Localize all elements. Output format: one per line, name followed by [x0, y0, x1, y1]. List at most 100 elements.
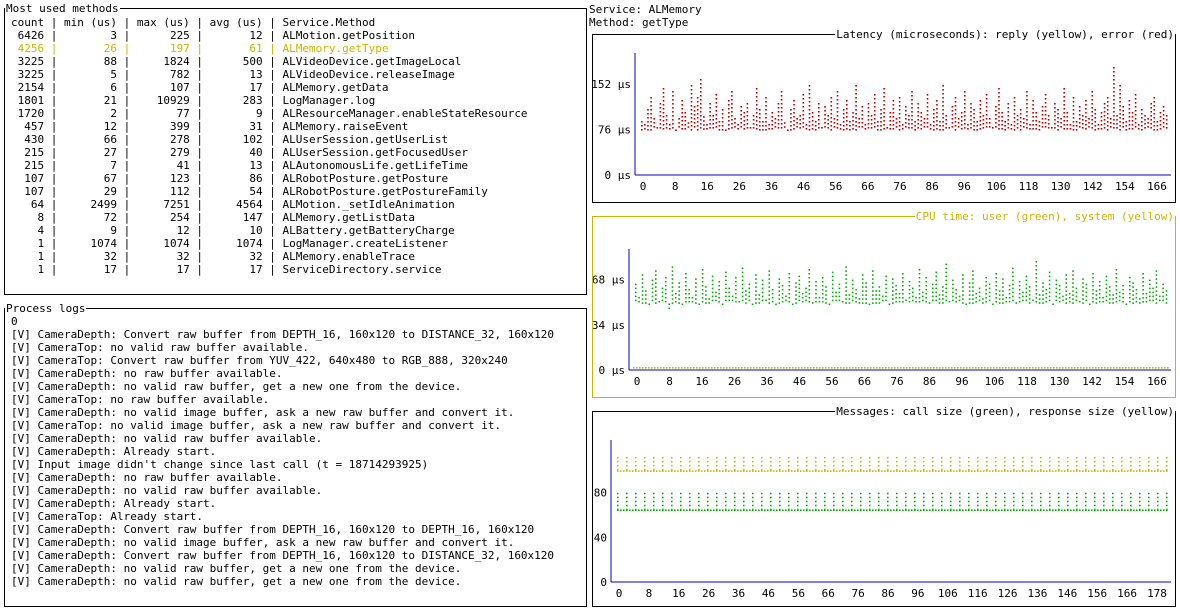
- data-point: [872, 274, 874, 276]
- data-point: [700, 79, 702, 81]
- data-point: [827, 119, 829, 121]
- data-point: [827, 509, 829, 511]
- data-point: [672, 107, 674, 109]
- data-point: [753, 367, 755, 369]
- data-point: [942, 109, 944, 111]
- data-point: [644, 470, 646, 472]
- data-point: [767, 509, 769, 511]
- data-point: [709, 115, 711, 117]
- data-point: [975, 300, 977, 303]
- data-point: [933, 109, 935, 111]
- data-point: [1166, 496, 1168, 499]
- data-point: [1025, 509, 1027, 511]
- data-point: [685, 281, 687, 283]
- data-point: [855, 113, 857, 115]
- data-point: [690, 101, 693, 103]
- data-point: [945, 295, 947, 298]
- data-point: [972, 282, 974, 284]
- data-point: [1115, 289, 1118, 291]
- data-point: [1132, 290, 1134, 292]
- data-point: [715, 299, 717, 302]
- series-green: [617, 492, 1168, 511]
- data-point: [710, 509, 712, 511]
- data-point: [798, 283, 801, 286]
- data-point: [938, 302, 941, 304]
- data-point: [1038, 125, 1041, 127]
- data-point: [1134, 126, 1137, 128]
- data-point: [1001, 124, 1003, 126]
- data-point: [892, 298, 894, 300]
- data-point: [1066, 128, 1069, 130]
- data-point: [901, 128, 904, 130]
- data-point: [648, 303, 650, 306]
- data-point: [880, 117, 882, 119]
- data-point: [908, 470, 910, 472]
- data-point: [852, 120, 854, 122]
- data-point: [1066, 120, 1069, 122]
- data-point: [1113, 75, 1115, 77]
- data-point: [855, 89, 857, 91]
- data-point: [1049, 496, 1051, 499]
- data-point: [898, 113, 901, 115]
- data-point: [1118, 509, 1120, 511]
- data-point: [705, 294, 707, 296]
- data-point: [796, 122, 798, 124]
- data-point: [845, 270, 847, 272]
- data-point: [1085, 116, 1087, 118]
- data-point: [1058, 456, 1060, 459]
- data-point: [1131, 112, 1134, 114]
- data-point: [714, 367, 716, 369]
- data-point: [671, 290, 674, 292]
- data-point: [972, 278, 974, 280]
- data-point: [715, 114, 718, 116]
- data-point: [1001, 120, 1003, 122]
- data-point: [1165, 302, 1168, 304]
- data-point: [895, 118, 898, 120]
- data-point: [895, 284, 897, 287]
- data-point: [925, 300, 927, 303]
- data-point: [1106, 470, 1108, 472]
- data-point: [985, 118, 988, 120]
- data-point: [908, 280, 911, 283]
- data-point: [674, 470, 676, 472]
- data-point: [1103, 456, 1105, 459]
- data-point: [1143, 367, 1145, 369]
- data-point: [641, 278, 644, 280]
- data-point: [951, 367, 953, 369]
- data-point: [945, 263, 947, 266]
- data-point: [1001, 470, 1003, 472]
- data-point: [926, 126, 929, 128]
- data-point: [950, 492, 952, 495]
- data-point: [1045, 296, 1048, 299]
- data-point: [668, 303, 670, 306]
- data-point: [681, 100, 683, 102]
- data-point: [735, 280, 737, 283]
- data-point: [836, 123, 839, 125]
- data-point: [759, 129, 761, 131]
- data-point: [653, 504, 655, 507]
- data-point: [861, 286, 864, 288]
- data-point: [1148, 492, 1150, 495]
- x-tick-label: 166: [1147, 375, 1167, 388]
- data-point: [896, 496, 898, 499]
- data-point: [861, 114, 864, 116]
- data-point: [925, 276, 927, 279]
- data-point: [851, 287, 854, 290]
- data-point: [1091, 115, 1093, 117]
- data-point: [1008, 367, 1010, 369]
- data-point: [635, 496, 637, 499]
- x-tick-label: 156: [1087, 587, 1107, 600]
- data-point: [644, 456, 646, 459]
- data-point: [671, 496, 673, 499]
- data-point: [1130, 508, 1132, 511]
- data-point: [975, 367, 977, 369]
- x-tick-label: 116: [968, 587, 988, 600]
- data-point: [650, 121, 652, 123]
- data-point: [846, 128, 848, 130]
- data-point: [1122, 288, 1124, 291]
- data-point: [662, 112, 665, 114]
- data-point: [1153, 113, 1156, 115]
- data-point: [765, 121, 767, 123]
- data-point: [650, 117, 652, 119]
- data-point: [677, 470, 679, 472]
